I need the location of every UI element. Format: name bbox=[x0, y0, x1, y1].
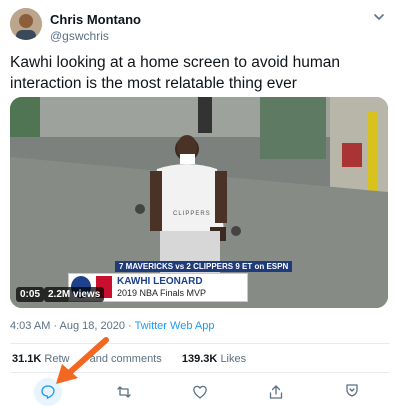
player-name: KAWHI LEONARD bbox=[117, 276, 203, 287]
analytics-button[interactable] bbox=[338, 376, 366, 404]
duration-badge: 0:05 bbox=[16, 287, 45, 302]
avatar[interactable] bbox=[10, 8, 42, 40]
share-icon bbox=[269, 385, 283, 399]
likes-count: 139.3K bbox=[181, 353, 218, 365]
chevron-down-icon[interactable] bbox=[372, 10, 386, 24]
reply-icon bbox=[41, 385, 55, 399]
retweet-icon bbox=[117, 386, 131, 398]
player-title: 2019 NBA Finals MVP bbox=[117, 288, 207, 298]
timestamp[interactable]: 4:03 AM · Aug 18, 2020 · bbox=[10, 320, 135, 332]
tweet-meta: 4:03 AM · Aug 18, 2020 · Twitter Web App bbox=[10, 320, 214, 332]
share-button[interactable] bbox=[262, 378, 290, 406]
tweet-text: Kawhi looking at a home screen to avoid … bbox=[10, 54, 341, 92]
retweets-count: 31.1K bbox=[12, 353, 42, 365]
tweet-header: Chris Montano @gswchris bbox=[10, 6, 390, 48]
score-ticker: 7 MAVERICKS vs 2 CLIPPERS 9 ET on ESPN bbox=[115, 261, 293, 272]
source-app-link[interactable]: Twitter Web App bbox=[135, 320, 215, 332]
bookmark-heart-icon bbox=[346, 384, 358, 397]
heart-icon bbox=[193, 385, 207, 399]
views-badge: 2.2M views bbox=[44, 287, 105, 302]
engagement-stats: 31.1K Retw and comments 139.3K Likes bbox=[12, 353, 246, 365]
shirt-text: CLIPPERS bbox=[173, 211, 211, 217]
author-handle[interactable]: @gswchris bbox=[50, 29, 109, 43]
author-name[interactable]: Chris Montano bbox=[50, 12, 141, 27]
likes-label: Likes bbox=[220, 353, 247, 365]
likes-stat[interactable]: 139.3K Likes bbox=[182, 353, 246, 365]
retweet-button[interactable] bbox=[110, 378, 138, 406]
like-button[interactable] bbox=[186, 378, 214, 406]
video-player[interactable]: CLIPPERS 7 MAVERICKS vs 2 CLIPPERS 9 ET … bbox=[10, 97, 388, 308]
annotation-arrow-icon bbox=[56, 337, 109, 384]
